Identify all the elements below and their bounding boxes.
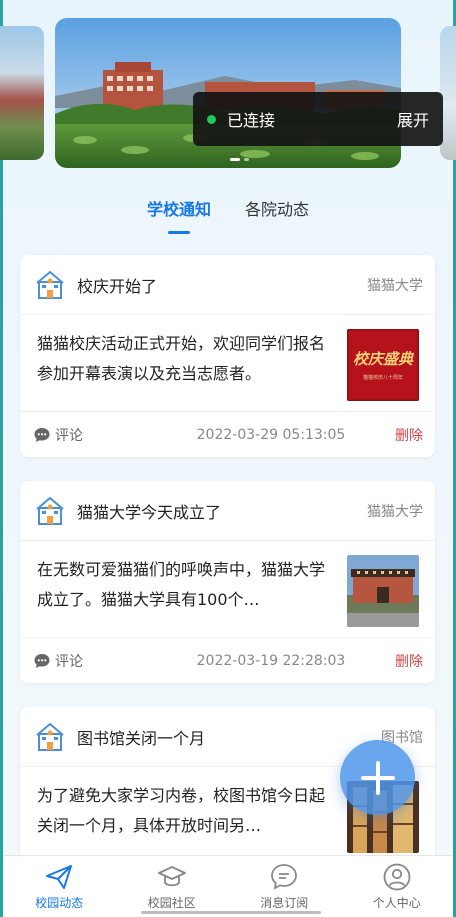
nav-personal-center[interactable]: 个人中心 <box>341 856 454 917</box>
post-summary: 为了避免大家学习内卷，校图书馆今日起关闭一个月，具体开放时间另… <box>37 786 326 835</box>
post-footer: 评论 2022-03-19 22:28:03 删除 <box>20 637 435 683</box>
carousel-dot <box>244 158 249 161</box>
post-body[interactable]: 猫猫校庆活动正式开始，欢迎同学们报名参加开幕表演以及充当志愿者。 校庆盛典 猫猫… <box>20 315 435 411</box>
post-date: 2022-03-29 05:13:05 <box>196 426 346 443</box>
graduation-cap-icon <box>157 866 186 887</box>
comment-icon[interactable] <box>33 652 51 670</box>
post-footer: 评论 2022-03-29 05:13:05 删除 <box>20 411 435 457</box>
post-body[interactable]: 在无数可爱猫猫们的呼唤声中，猫猫大学成立了。猫猫大学具有100个… <box>20 541 435 637</box>
chat-bubble-icon <box>271 864 298 890</box>
nav-label: 校园动态 <box>35 896 84 910</box>
delete-button[interactable]: 删除 <box>395 425 423 445</box>
connected-status-dot <box>207 114 216 124</box>
news-tabs: 学校通知 各院动态 <box>0 196 456 234</box>
post-source: 猫猫大学 <box>367 277 423 294</box>
comment-icon[interactable] <box>33 426 51 444</box>
paper-plane-icon <box>46 865 73 889</box>
connection-status-text: 已连接 <box>227 111 276 130</box>
post-summary: 猫猫校庆活动正式开始，欢迎同学们报名参加开幕表演以及充当志愿者。 <box>37 334 326 383</box>
poster-subcaption: 猫猫校庆八十周年 <box>363 374 403 381</box>
nav-label: 个人中心 <box>372 896 421 910</box>
tab-college-news[interactable]: 各院动态 <box>245 196 309 234</box>
connection-toast: 已连接 展开 <box>193 92 443 146</box>
add-post-button[interactable] <box>340 740 415 815</box>
school-building-icon <box>36 722 64 751</box>
home-indicator <box>141 911 321 914</box>
nav-campus-news[interactable]: 校园动态 <box>3 856 116 917</box>
university-gate-image <box>347 555 419 627</box>
post-thumbnail[interactable] <box>347 555 419 627</box>
tab-school-notice[interactable]: 学校通知 <box>147 196 211 234</box>
school-building-icon <box>36 270 64 299</box>
toast-expand-button[interactable]: 展开 <box>397 107 429 131</box>
nav-label: 消息订阅 <box>260 896 309 910</box>
plus-icon <box>360 760 395 795</box>
post-title: 校庆开始了 <box>77 276 158 296</box>
nav-message-subscription[interactable]: 消息订阅 <box>228 856 341 917</box>
post-card[interactable]: 猫猫大学今天成立了 猫猫大学 在无数可爱猫猫们的呼唤声中，猫猫大学成立了。猫猫大… <box>20 481 435 683</box>
post-header: 校庆开始了 猫猫大学 <box>20 255 435 315</box>
post-title: 猫猫大学今天成立了 <box>77 502 222 522</box>
post-title: 图书馆关闭一个月 <box>77 728 206 748</box>
carousel-dot-active <box>230 158 240 161</box>
post-header: 猫猫大学今天成立了 猫猫大学 <box>20 481 435 541</box>
post-summary: 在无数可爱猫猫们的呼唤声中，猫猫大学成立了。猫猫大学具有100个… <box>37 560 326 609</box>
nav-campus-community[interactable]: 校园社区 <box>116 856 229 917</box>
post-thumbnail[interactable]: 校庆盛典 猫猫校庆八十周年 <box>347 329 419 401</box>
poster-caption: 校庆盛典 <box>353 350 415 368</box>
post-card[interactable]: 校庆开始了 猫猫大学 猫猫校庆活动正式开始，欢迎同学们报名参加开幕表演以及充当志… <box>20 255 435 457</box>
nav-label: 校园社区 <box>147 896 196 910</box>
carousel-indicator <box>230 158 249 161</box>
post-source: 猫猫大学 <box>367 503 423 520</box>
delete-button[interactable]: 删除 <box>395 651 423 671</box>
user-icon <box>383 863 411 891</box>
anniversary-poster-image: 校庆盛典 猫猫校庆八十周年 <box>347 329 419 401</box>
bottom-navigation: 校园动态 校园社区 消息订阅 个人中心 <box>3 855 453 917</box>
post-date: 2022-03-19 22:28:03 <box>196 652 346 669</box>
school-building-icon <box>36 496 64 525</box>
banner-slide-prev[interactable] <box>0 26 44 160</box>
